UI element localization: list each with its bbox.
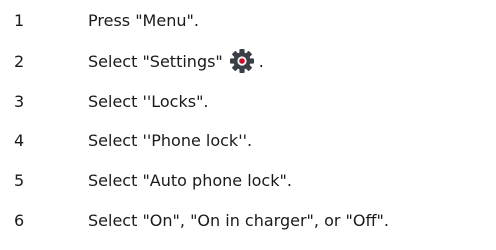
step-number: 2 [14,52,25,71]
step-number: 3 [14,92,25,111]
gear-icon [229,48,254,73]
step-3: 3 Select ''Locks". [0,87,496,117]
step-number: 4 [14,131,25,150]
step-4: 4 Select ''Phone lock''. [0,126,496,156]
step-text: Select ''Phone lock''. [88,131,253,150]
step-number: 1 [14,11,25,30]
step-text-container: Select "Settings" . [88,47,264,77]
step-text: Select ''Locks". [88,92,209,111]
step-5: 5 Select "Auto phone lock". [0,166,496,196]
step-text: Select "On", "On in charger", or "Off". [88,211,389,230]
step-text-suffix: . [258,52,264,71]
instruction-steps: 1 Press "Menu". 2 Select "Settings" . 3 … [0,0,496,250]
step-2: 2 Select "Settings" . [0,47,496,77]
step-1: 1 Press "Menu". [0,6,496,36]
step-text: Select "Auto phone lock". [88,171,292,190]
step-text: Select "Settings" [88,52,223,71]
step-number: 6 [14,211,25,230]
step-text: Press "Menu". [88,11,199,30]
step-6: 6 Select "On", "On in charger", or "Off"… [0,206,496,236]
step-number: 5 [14,171,25,190]
